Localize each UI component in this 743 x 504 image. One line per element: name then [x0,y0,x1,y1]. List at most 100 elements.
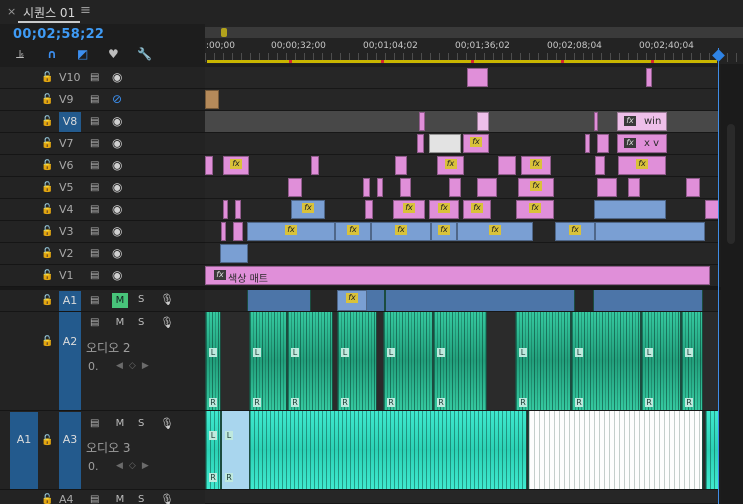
audio-clip[interactable]: LR [571,312,641,410]
eye-icon[interactable]: ◉ [112,180,122,194]
microphone-icon[interactable]: 🎙 [160,293,174,306]
track-name[interactable]: V5 [59,181,81,194]
zoom-scroll-bar[interactable] [205,27,743,38]
audio-clip[interactable]: LR [681,312,703,410]
playhead-timecode[interactable]: 00;02;58;22 [13,27,104,42]
nested-clip[interactable] [220,244,248,263]
video-clip[interactable] [597,178,617,197]
video-clip[interactable] [518,178,554,197]
sync-lock-icon[interactable]: ▤ [90,317,99,328]
lane-v1[interactable]: fx 색상 매트 [205,265,719,287]
eye-icon[interactable]: ◉ [112,246,122,260]
solo-button[interactable]: S [138,418,144,429]
marker-icon[interactable]: ♥ [108,47,119,61]
video-clip[interactable] [449,178,461,197]
eye-icon[interactable]: ◉ [112,158,122,172]
video-clip[interactable] [223,156,249,175]
video-clip[interactable] [521,156,551,175]
nested-clip[interactable] [431,222,457,241]
video-clip[interactable]: fx win [617,112,667,131]
lane-a3[interactable]: LR LR [205,411,719,490]
eye-icon[interactable]: ◉ [112,114,122,128]
video-clip[interactable]: fx x v [617,134,667,153]
lane-v5[interactable] [205,177,719,199]
track-name[interactable]: A2 [59,312,81,410]
sync-lock-icon[interactable]: ▤ [90,494,99,504]
audio-clip[interactable]: LR [515,312,571,410]
lock-icon[interactable]: 🔓 [41,182,53,193]
lock-icon[interactable]: 🔓 [41,138,53,149]
nested-clip[interactable] [595,222,705,241]
lock-icon[interactable]: 🔓 [41,94,53,105]
video-clip[interactable] [463,134,489,153]
audio-clip[interactable]: LR [337,312,377,410]
track-name[interactable]: V7 [59,137,81,150]
source-patch-a1[interactable]: A1 [10,412,38,489]
video-clip[interactable] [311,156,319,175]
lane-v4[interactable] [205,199,719,221]
solo-button[interactable]: S [138,494,144,504]
video-clip[interactable] [516,200,554,219]
nested-clip[interactable] [335,222,371,241]
track-name[interactable]: V2 [59,247,81,260]
scrollbar-thumb[interactable] [727,124,735,244]
sequence-tab-title[interactable]: 시퀀스 01 [23,4,75,21]
eye-hidden-icon[interactable]: ⊘ [112,92,122,106]
video-clip[interactable] [235,200,241,219]
lane-v9[interactable] [205,89,719,111]
video-clip[interactable] [477,112,489,131]
track-name[interactable]: A1 [59,291,81,311]
lane-v2[interactable] [205,243,719,265]
lock-icon[interactable]: 🔓 [41,72,53,83]
lock-icon[interactable]: 🔓 [41,160,53,171]
lock-icon[interactable]: 🔓 [41,270,53,281]
sync-lock-icon[interactable]: ▤ [90,182,99,193]
video-clip[interactable] [705,200,719,219]
lane-v7[interactable]: fx x v [205,133,719,155]
audio-clip[interactable]: LR [249,312,287,410]
color-matte-clip[interactable]: fx 색상 매트 [205,266,710,285]
video-clip[interactable] [595,156,605,175]
video-clip[interactable] [437,156,464,175]
keyframe-nav-icon[interactable]: ◀◇▶ [116,361,155,371]
sync-lock-icon[interactable]: ▤ [90,160,99,171]
video-clip[interactable] [628,178,640,197]
sequence-marker[interactable] [651,60,654,63]
track-name[interactable]: V8 [59,112,81,132]
audio-clip[interactable]: LR [205,411,221,489]
sync-lock-icon[interactable]: ▤ [90,204,99,215]
video-clip[interactable] [498,156,516,175]
close-tab-icon[interactable]: × [7,5,16,18]
track-name[interactable]: V10 [59,71,81,84]
lock-icon[interactable]: 🔓 [41,435,53,446]
lock-icon[interactable]: 🔓 [41,248,53,259]
lane-v6[interactable] [205,155,719,177]
work-area-bar[interactable] [207,60,717,63]
lane-a2[interactable]: LR LR LR LR LR LR LR LR LR LR [205,312,719,411]
video-clip[interactable] [594,112,598,131]
eye-icon[interactable]: ◉ [112,70,122,84]
track-name[interactable]: V4 [59,203,81,216]
sync-lock-icon[interactable]: ▤ [90,94,99,105]
video-clip[interactable] [597,134,609,153]
sync-lock-icon[interactable]: ▤ [90,72,99,83]
lane-v3[interactable] [205,221,719,243]
nested-clip[interactable] [594,200,666,219]
microphone-icon[interactable]: 🎙 [160,316,174,329]
nested-clip[interactable] [371,222,431,241]
video-clip[interactable] [205,90,219,109]
insert-icon[interactable]: ⫡ [16,47,24,62]
video-clip[interactable] [288,178,302,197]
vertical-scrollbar[interactable] [721,64,743,504]
lock-icon[interactable]: 🔓 [41,204,53,215]
audio-clip[interactable] [247,290,311,311]
lock-icon[interactable]: 🔓 [41,116,53,127]
video-clip-thumbnail[interactable] [429,134,461,153]
sequence-marker[interactable] [289,60,292,63]
mute-button[interactable]: M [112,494,128,504]
wrench-icon[interactable]: 🔧 [137,47,152,61]
video-clip[interactable] [365,200,373,219]
sync-lock-icon[interactable]: ▤ [90,226,99,237]
snap-icon[interactable]: ∩ [47,47,57,61]
time-ruler[interactable]: :00;00 00;00;32;00 00;01;04;02 00;01;36;… [205,24,743,64]
